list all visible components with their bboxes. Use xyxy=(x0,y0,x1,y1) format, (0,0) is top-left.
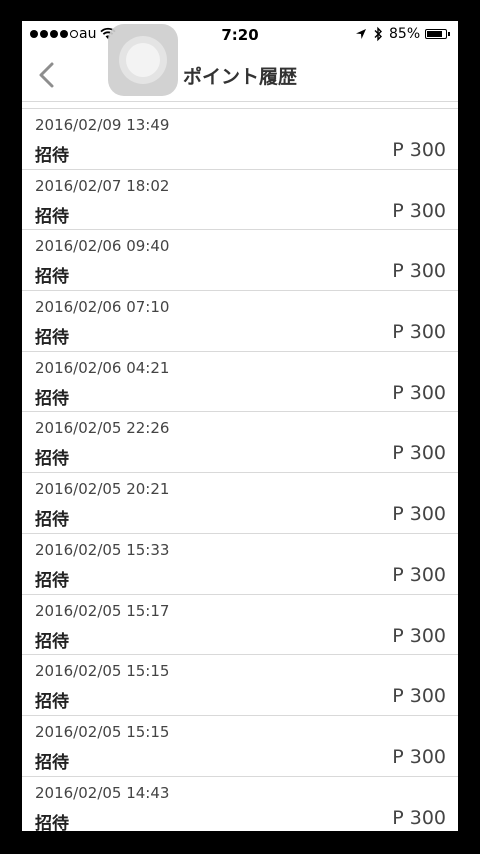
history-row[interactable]: 2016/02/05 20:21 招待 P 300 xyxy=(22,473,458,534)
history-date: 2016/02/05 15:15 xyxy=(35,662,170,681)
navigation-bar: ポイント履歴 xyxy=(22,49,458,102)
history-date: 2016/02/05 15:33 xyxy=(35,540,170,559)
history-row[interactable]: 2016/02/05 15:33 招待 P 300 xyxy=(22,534,458,595)
phone-screen: au 7:20 85% ポイント履歴 2016/02/09 13:49 招待 P… xyxy=(22,21,458,831)
history-date: 2016/02/09 13:49 xyxy=(35,116,170,134)
history-type: 招待 xyxy=(35,267,69,288)
history-points: P 300 xyxy=(392,624,446,647)
history-type: 招待 xyxy=(35,631,69,652)
history-points: P 300 xyxy=(392,260,446,283)
battery-cap xyxy=(448,32,450,36)
history-points: P 300 xyxy=(392,199,446,222)
history-date: 2016/02/06 09:40 xyxy=(35,237,170,256)
history-type: 招待 xyxy=(35,752,69,773)
history-points: P 300 xyxy=(392,685,446,708)
history-row[interactable]: 2016/02/09 13:49 招待 P 300 xyxy=(22,109,458,170)
history-date: 2016/02/05 22:26 xyxy=(35,419,170,438)
history-date: 2016/02/05 20:21 xyxy=(35,480,170,499)
bluetooth-icon xyxy=(373,26,383,46)
history-points: P 300 xyxy=(392,381,446,404)
history-points: P 300 xyxy=(392,139,446,161)
page-title: ポイント履歴 xyxy=(182,66,297,88)
history-type: 招待 xyxy=(35,146,69,166)
history-date: 2016/02/05 15:15 xyxy=(35,722,170,741)
history-row[interactable]: 2016/02/05 15:15 招待 P 300 xyxy=(22,655,458,716)
assistive-touch-button[interactable] xyxy=(108,24,178,96)
history-row[interactable]: 2016/02/06 07:10 招待 P 300 xyxy=(22,291,458,352)
history-type: 招待 xyxy=(35,510,69,531)
history-date: 2016/02/05 15:17 xyxy=(35,601,170,620)
history-type: 招待 xyxy=(35,570,69,591)
history-row[interactable]: 2016/02/06 09:40 招待 P 300 xyxy=(22,230,458,292)
history-date: 2016/02/07 18:02 xyxy=(35,176,170,195)
history-type: 招待 xyxy=(35,328,69,349)
history-row[interactable]: 2016/02/05 22:26 招待 P 300 xyxy=(22,412,458,474)
history-points: P 300 xyxy=(392,442,446,465)
history-type: 招待 xyxy=(35,388,69,409)
history-row[interactable]: 2016/02/07 18:02 招待 P 300 xyxy=(22,170,458,231)
history-row[interactable]: 2016/02/05 15:17 招待 P 300 xyxy=(22,595,458,656)
history-row[interactable]: 2016/02/05 15:15 招待 P 300 xyxy=(22,716,458,777)
history-date: 2016/02/06 04:21 xyxy=(35,358,170,377)
history-points: P 300 xyxy=(392,745,446,768)
list-top-spacer xyxy=(22,102,458,109)
status-bar: au 7:20 85% xyxy=(22,21,458,49)
history-points: P 300 xyxy=(392,503,446,526)
history-points: P 300 xyxy=(392,806,446,829)
history-type: 招待 xyxy=(35,449,69,470)
history-date: 2016/02/06 07:10 xyxy=(35,298,170,317)
history-type: 招待 xyxy=(35,692,69,713)
location-arrow-icon xyxy=(355,28,367,44)
history-type: 招待 xyxy=(35,813,69,831)
point-history-list: 2016/02/09 13:49 招待 P 300 2016/02/07 18:02 招… xyxy=(22,109,458,831)
battery-icon xyxy=(425,29,447,39)
history-type: 招待 xyxy=(35,206,69,227)
history-date: 2016/02/05 14:43 xyxy=(35,783,170,802)
battery-percentage: 85% xyxy=(389,26,421,42)
history-points: P 300 xyxy=(392,321,446,344)
history-row[interactable]: 2016/02/06 04:21 招待 P 300 xyxy=(22,352,458,413)
history-points: P 300 xyxy=(392,563,446,586)
history-row[interactable]: 2016/02/05 14:43 招待 P 300 xyxy=(22,777,458,831)
